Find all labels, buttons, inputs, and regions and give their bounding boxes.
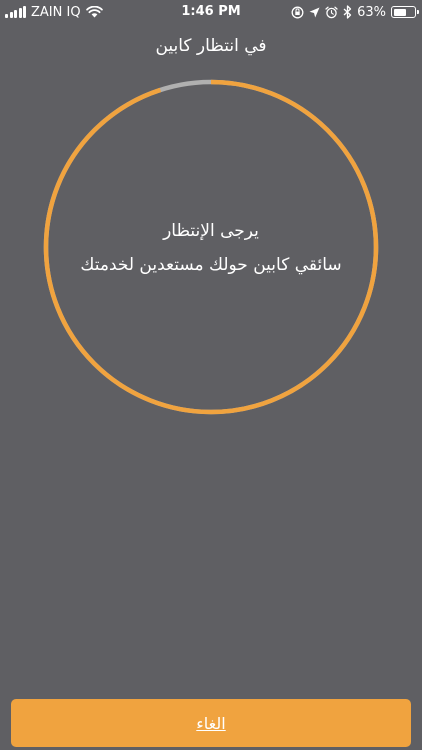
status-right: 63% bbox=[291, 4, 419, 20]
battery-icon bbox=[391, 6, 419, 18]
waiting-title: يرجى الإنتظار bbox=[163, 221, 259, 241]
location-arrow-icon bbox=[309, 7, 320, 18]
location-lock-icon bbox=[291, 6, 304, 19]
bluetooth-icon bbox=[343, 5, 352, 19]
waiting-content: يرجى الإنتظار سائقي كابين حولك مستعدين ل… bbox=[43, 79, 379, 415]
alarm-icon bbox=[325, 6, 338, 19]
cancel-button[interactable]: الغاء bbox=[11, 699, 411, 747]
status-bar: ZAIN IQ 1:46 PM 63% bbox=[0, 0, 422, 24]
battery-level bbox=[393, 8, 407, 16]
page-title: في انتظار كابين bbox=[155, 36, 267, 56]
battery-percent: 63% bbox=[357, 4, 386, 20]
waiting-message: سائقي كابين حولك مستعدين لخدمتك bbox=[80, 255, 342, 275]
